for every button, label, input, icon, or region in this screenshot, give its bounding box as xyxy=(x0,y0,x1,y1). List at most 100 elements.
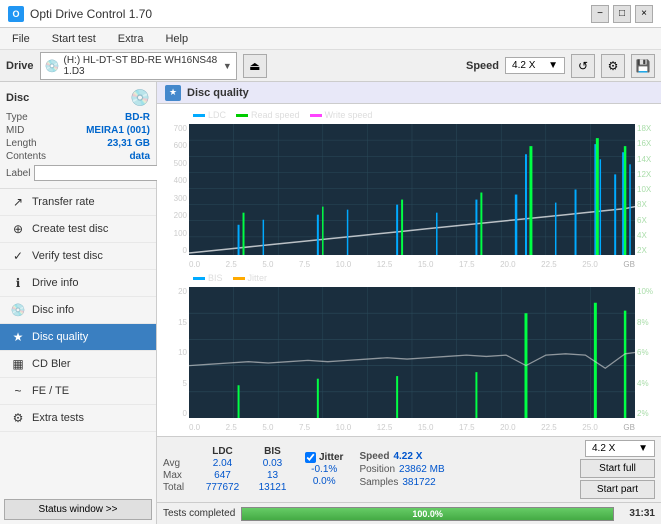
menu-help[interactable]: Help xyxy=(159,31,194,47)
position-row: Position 23862 MB xyxy=(359,464,444,475)
drive-dropdown-arrow: ▼ xyxy=(223,61,232,71)
close-button[interactable]: × xyxy=(635,5,653,23)
jitter-header-row: Jitter xyxy=(305,452,343,463)
contents-label: Contents xyxy=(6,151,46,162)
mid-value: MEIRA1 (001) xyxy=(86,125,150,136)
disc-info-section: Disc 💿 Type BD-R MID MEIRA1 (001) Length… xyxy=(0,82,156,189)
max-label: Max xyxy=(163,470,195,481)
titlebar-controls: − □ × xyxy=(591,5,653,23)
read-speed-legend-color xyxy=(236,114,248,117)
drive-select-text: (H:) HL-DT-ST BD-RE WH16NS48 1.D3 xyxy=(63,55,222,77)
speed-label: Speed xyxy=(466,60,499,72)
total-label: Total xyxy=(163,482,195,493)
chart1-y-axis-right: 18X 16X 14X 12X 10X 8X 6X 4X 2X xyxy=(635,124,657,255)
chart1-container: LDC Read speed Write speed 700 600 xyxy=(161,108,657,269)
sidebar-item-label: Transfer rate xyxy=(32,196,95,208)
progress-percent: 100.0% xyxy=(412,509,443,519)
bis-legend-label: BIS xyxy=(208,273,223,283)
length-value: 23,31 GB xyxy=(107,138,150,149)
create-test-disc-icon: ⊕ xyxy=(10,221,26,237)
drive-label: Drive xyxy=(6,60,34,72)
label-input[interactable] xyxy=(34,165,172,181)
jitter-col-header: Jitter xyxy=(319,452,343,463)
status-window-button[interactable]: Status window >> xyxy=(4,499,152,520)
menu-file[interactable]: File xyxy=(6,31,36,47)
sidebar-item-cd-bler[interactable]: ▦ CD Bler xyxy=(0,351,156,378)
menu-starttest[interactable]: Start test xyxy=(46,31,102,47)
read-speed-legend-label: Read speed xyxy=(251,110,300,120)
jitter-checkbox[interactable] xyxy=(305,452,316,463)
app-icon: O xyxy=(8,6,24,22)
chart1-x-axis: 0.0 2.5 5.0 7.5 10.0 12.5 15.0 17.5 20.0… xyxy=(189,260,635,269)
chart1-plot-area xyxy=(189,124,635,255)
charts-area: LDC Read speed Write speed 700 600 xyxy=(157,104,661,436)
start-full-button[interactable]: Start full xyxy=(580,459,655,478)
chart2-legend: BIS Jitter xyxy=(193,273,267,283)
max-jitter: 0.0% xyxy=(305,476,343,487)
samples-label: Samples xyxy=(359,477,398,488)
transfer-rate-icon: ↗ xyxy=(10,194,26,210)
minimize-button[interactable]: − xyxy=(591,5,609,23)
length-label: Length xyxy=(6,138,37,149)
sidebar-item-label: Verify test disc xyxy=(32,250,103,262)
jitter-legend-item: Jitter xyxy=(233,273,268,283)
jitter-legend-color xyxy=(233,277,245,280)
type-value: BD-R xyxy=(125,112,150,123)
contents-value: data xyxy=(129,151,150,162)
sidebar-item-label: Disc info xyxy=(32,304,74,316)
sidebar-item-disc-quality[interactable]: ★ Disc quality xyxy=(0,324,156,351)
type-label: Type xyxy=(6,112,28,123)
disc-section-title: Disc xyxy=(6,92,29,104)
stats-total-row: Total 777672 13121 xyxy=(163,482,295,493)
read-speed-legend-item: Read speed xyxy=(236,110,300,120)
sidebar-item-extra-tests[interactable]: ⚙ Extra tests xyxy=(0,405,156,432)
sidebar-nav: ↗ Transfer rate ⊕ Create test disc ✓ Ver… xyxy=(0,189,156,495)
avg-bis: 0.03 xyxy=(250,458,295,469)
dq-title: Disc quality xyxy=(187,87,249,99)
extra-tests-icon: ⚙ xyxy=(10,410,26,426)
drive-selector[interactable]: 💿 (H:) HL-DT-ST BD-RE WH16NS48 1.D3 ▼ xyxy=(40,52,237,80)
chart2-y-axis-left: 20 15 10 5 0 xyxy=(161,287,189,418)
chart2-x-axis: 0.0 2.5 5.0 7.5 10.0 12.5 15.0 17.5 20.0… xyxy=(189,423,635,432)
sidebar-item-label: Extra tests xyxy=(32,412,84,424)
sidebar-item-create-test-disc[interactable]: ⊕ Create test disc xyxy=(0,216,156,243)
position-label: Position xyxy=(359,464,395,475)
speed-dropdown[interactable]: 4.2 X ▼ xyxy=(585,440,655,457)
sidebar-item-fe-te[interactable]: ~ FE / TE xyxy=(0,378,156,405)
settings-button[interactable]: ⚙ xyxy=(601,54,625,78)
avg-jitter: -0.1% xyxy=(305,464,343,475)
label-label: Label xyxy=(6,168,30,179)
speed-dropdown-value: 4.2 X xyxy=(592,443,615,454)
sidebar-item-transfer-rate[interactable]: ↗ Transfer rate xyxy=(0,189,156,216)
save-button[interactable]: 💾 xyxy=(631,54,655,78)
chart1-legend: LDC Read speed Write speed xyxy=(193,110,372,120)
samples-value: 381722 xyxy=(402,477,435,488)
bis-legend-color xyxy=(193,277,205,280)
sidebar-item-disc-info[interactable]: 💿 Disc info xyxy=(0,297,156,324)
menubar: File Start test Extra Help xyxy=(0,28,661,50)
avg-ldc: 2.04 xyxy=(195,458,250,469)
stats-max-row: Max 647 13 xyxy=(163,470,295,481)
stats-avg-row: Avg 2.04 0.03 xyxy=(163,458,295,469)
sidebar-item-label: Drive info xyxy=(32,277,78,289)
dq-header: ★ Disc quality xyxy=(157,82,661,104)
position-value: 23862 MB xyxy=(399,464,445,475)
sidebar-item-label: Create test disc xyxy=(32,223,108,235)
ldc-bis-stats: LDC BIS Avg 2.04 0.03 Max 647 13 Total 7… xyxy=(163,446,295,493)
total-ldc: 777672 xyxy=(195,482,250,493)
speed-stat-val: 4.22 X xyxy=(393,451,422,462)
verify-test-disc-icon: ✓ xyxy=(10,248,26,264)
maximize-button[interactable]: □ xyxy=(613,5,631,23)
write-speed-legend-item: Write speed xyxy=(310,110,373,120)
menu-extra[interactable]: Extra xyxy=(112,31,150,47)
eject-button[interactable]: ⏏ xyxy=(243,54,267,78)
sidebar-item-verify-test-disc[interactable]: ✓ Verify test disc xyxy=(0,243,156,270)
progress-bar: 100.0% xyxy=(241,507,614,521)
sidebar-item-drive-info[interactable]: ℹ Drive info xyxy=(0,270,156,297)
speed-selector[interactable]: 4.2 X ▼ xyxy=(505,57,565,74)
start-part-button[interactable]: Start part xyxy=(580,480,655,499)
speed-dropdown-arrow: ▼ xyxy=(638,443,648,454)
refresh-button[interactable]: ↺ xyxy=(571,54,595,78)
max-bis: 13 xyxy=(250,470,295,481)
ldc-legend-color xyxy=(193,114,205,117)
